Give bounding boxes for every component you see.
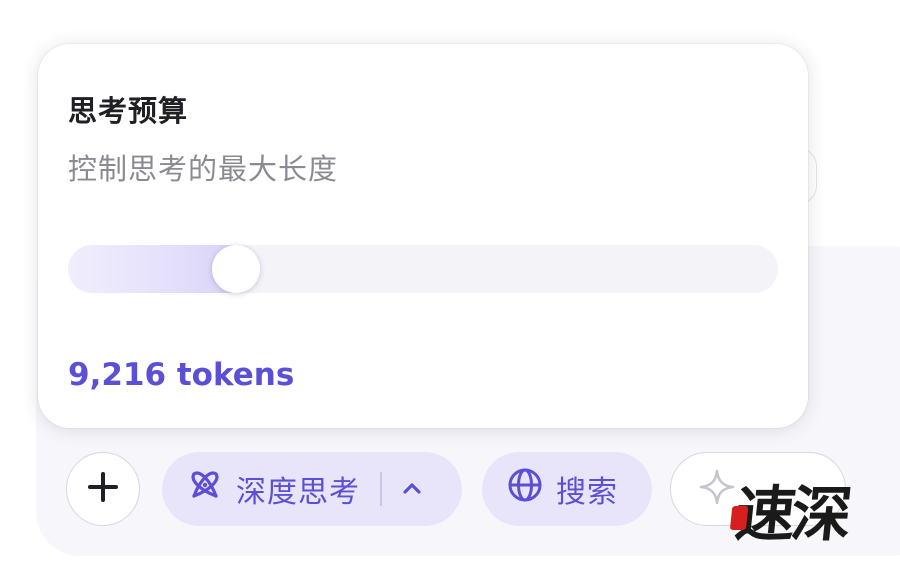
popover-title: 思考预算: [68, 94, 189, 128]
deep-think-label: 深度思考: [236, 475, 360, 510]
atom-icon: [186, 466, 224, 512]
chevron-up-icon[interactable]: [400, 477, 424, 501]
budget-slider-track[interactable]: [68, 245, 778, 293]
sparkle-icon: [697, 467, 737, 511]
thinking-budget-popover: 思考预算 控制思考的最大长度 9,216 tokens: [38, 44, 808, 428]
add-attachment-button[interactable]: [66, 452, 140, 526]
search-label: 搜索: [556, 475, 618, 510]
deep-think-divider: [380, 472, 382, 506]
watermark-red-mark: [729, 506, 749, 530]
watermark-text: 速深: [731, 480, 852, 550]
token-count-readout: 9,216 tokens: [68, 357, 295, 393]
budget-slider-thumb[interactable]: [212, 245, 261, 293]
plus-icon: [86, 470, 120, 508]
search-toggle-button[interactable]: 搜索: [482, 452, 652, 526]
globe-icon: [506, 466, 544, 512]
app-stage: 思考预算 控制思考的最大长度 9,216 tokens 深度思考 搜索 速深: [0, 0, 900, 571]
watermark-logo: 速深: [729, 466, 852, 553]
budget-slider-fill: [68, 245, 237, 293]
popover-subtitle: 控制思考的最大长度: [68, 152, 339, 186]
deep-think-button[interactable]: 深度思考: [162, 452, 462, 526]
